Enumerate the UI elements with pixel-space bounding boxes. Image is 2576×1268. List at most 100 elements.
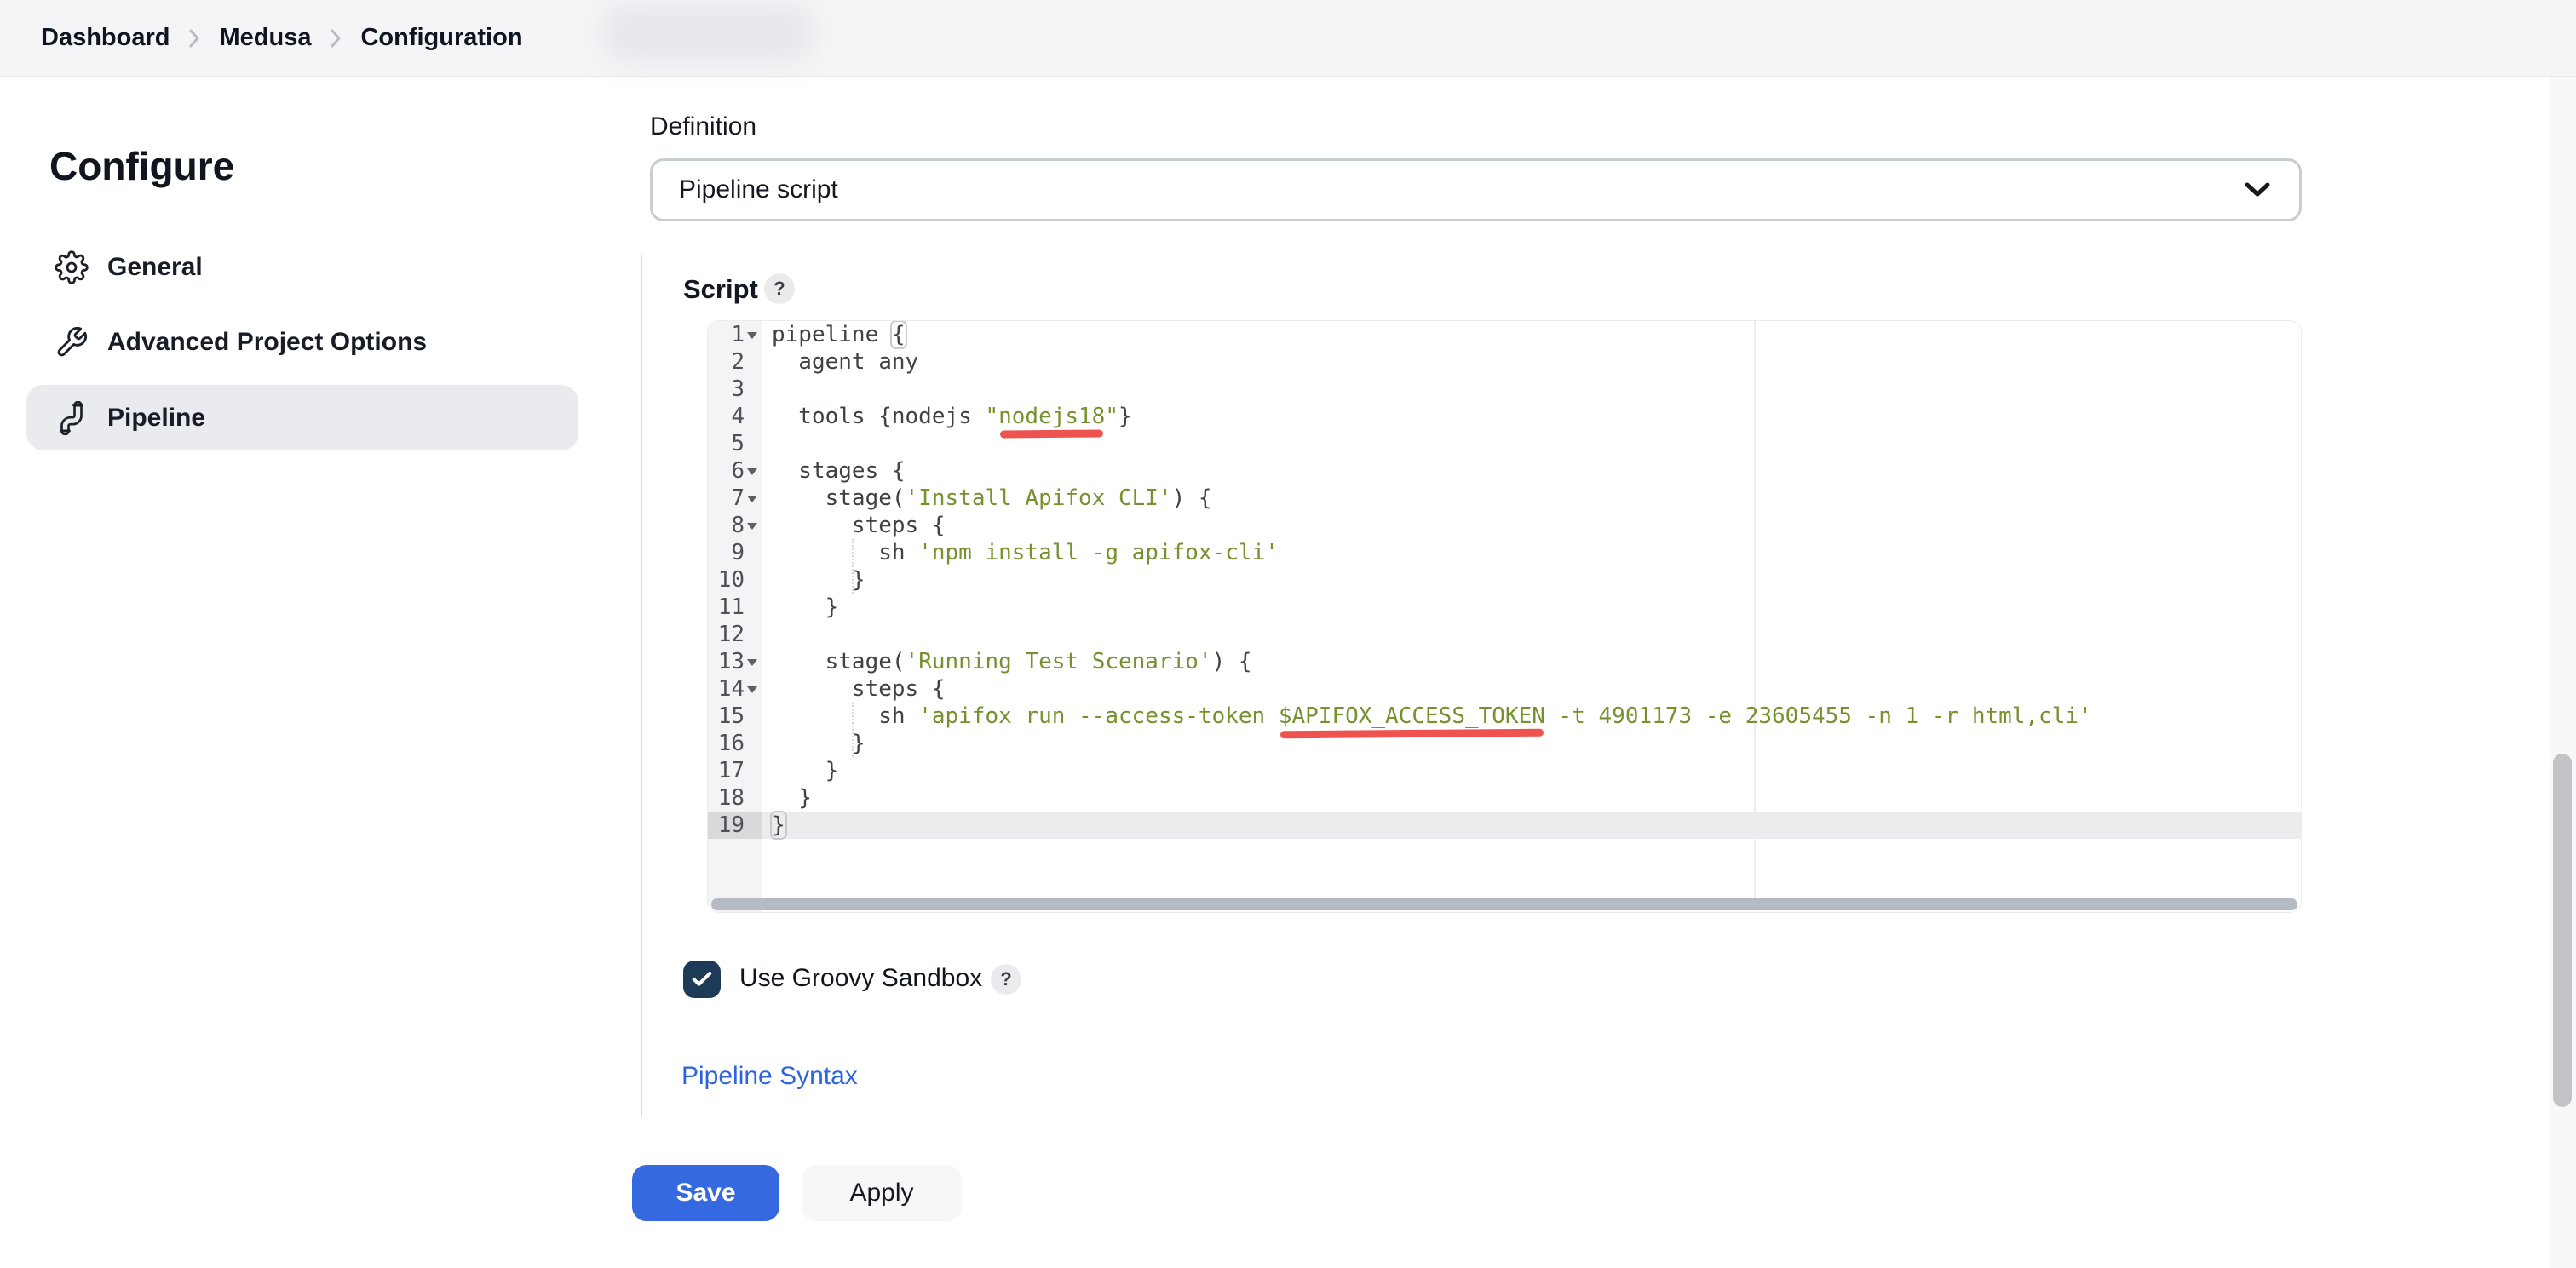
fold-caret-icon[interactable] xyxy=(747,468,757,475)
code-token: } xyxy=(772,594,838,620)
gutter-line-number: 19 xyxy=(708,812,762,839)
code-line[interactable]: 9 sh 'npm install -g apifox-cli' xyxy=(708,539,2301,566)
groovy-sandbox-checkbox[interactable] xyxy=(683,961,721,998)
code-line-text: agent any xyxy=(762,348,2301,376)
gutter-line-number: 13 xyxy=(708,648,762,675)
code-token: } xyxy=(772,758,838,783)
pipeline-icon xyxy=(55,401,89,435)
code-line[interactable]: 3 xyxy=(708,376,2301,403)
code-token: } xyxy=(772,785,812,811)
breadcrumb-chevron-icon xyxy=(186,26,203,51)
code-line-text: stage('Running Test Scenario') { xyxy=(762,648,2301,675)
code-line-text: } xyxy=(762,566,2301,594)
code-line[interactable]: 14 steps { xyxy=(708,675,2301,703)
code-line-text: steps { xyxy=(762,512,2301,539)
gear-icon xyxy=(55,250,89,284)
code-line[interactable]: 12 xyxy=(708,621,2301,648)
definition-label: Definition xyxy=(650,112,756,141)
gutter-line-number: 3 xyxy=(708,376,762,403)
section-divider xyxy=(641,255,642,1116)
code-line-text: pipeline { xyxy=(762,321,2301,348)
sidebar-item-label: General xyxy=(107,253,203,282)
gutter-line-number: 14 xyxy=(708,675,762,703)
code-line[interactable]: 1pipeline { xyxy=(708,321,2301,348)
gutter-line-number: 7 xyxy=(708,485,762,512)
fold-caret-icon[interactable] xyxy=(747,496,757,502)
string-token: 'npm install -g apifox-cli' xyxy=(918,540,1279,565)
script-label: Script xyxy=(683,274,758,305)
sidebar-item-pipeline[interactable]: Pipeline xyxy=(26,385,578,450)
sidebar-item-label: Advanced Project Options xyxy=(107,328,427,357)
breadcrumb-item[interactable]: Medusa xyxy=(219,24,311,52)
code-line-text: stage('Install Apifox CLI') { xyxy=(762,485,2301,512)
definition-select[interactable]: Pipeline script xyxy=(650,158,2302,221)
code-line[interactable]: 10 } xyxy=(708,566,2301,594)
indent-guide xyxy=(852,703,854,757)
breadcrumb-item[interactable]: Dashboard xyxy=(41,24,170,52)
code-line[interactable]: 8 steps { xyxy=(708,512,2301,539)
breadcrumb: Dashboard Medusa Configuration xyxy=(41,0,523,76)
page-scrollbar-thumb[interactable] xyxy=(2553,754,2572,1107)
code-line-text xyxy=(762,430,2301,457)
code-line-text: } xyxy=(762,812,2301,839)
script-help-button[interactable]: ? xyxy=(764,273,795,304)
code-line-text: steps { xyxy=(762,675,2301,703)
string-token: " xyxy=(985,404,998,429)
sidebar-item-general[interactable]: General xyxy=(26,234,578,300)
top-header: Dashboard Medusa Configuration xyxy=(0,0,2576,77)
fold-caret-icon[interactable] xyxy=(747,686,757,693)
fold-caret-icon[interactable] xyxy=(747,523,757,530)
string-token: 'Install Apifox CLI' xyxy=(906,485,1172,511)
code-line[interactable]: 15 sh 'apifox run --access-token $APIFOX… xyxy=(708,703,2301,730)
code-line-text xyxy=(762,376,2301,403)
gutter-line-number: 9 xyxy=(708,539,762,566)
annotated-token: nodejs18 xyxy=(998,404,1105,429)
fold-caret-icon[interactable] xyxy=(747,332,757,339)
code-token: ) { xyxy=(1212,649,1252,674)
code-line-text: tools {nodejs "nodejs18"} xyxy=(762,403,2301,430)
code-line[interactable]: 13 stage('Running Test Scenario') { xyxy=(708,648,2301,675)
page-scrollbar-track xyxy=(2550,76,2576,1268)
gutter-line-number: 15 xyxy=(708,703,762,730)
definition-selected-value: Pipeline script xyxy=(679,175,838,204)
code-token: stages { xyxy=(772,458,906,484)
code-token: stage( xyxy=(772,649,906,674)
gutter-line-number: 12 xyxy=(708,621,762,648)
fold-caret-icon[interactable] xyxy=(747,659,757,666)
editor-horizontal-scrollbar[interactable] xyxy=(711,898,2297,910)
code-line[interactable]: 17 } xyxy=(708,757,2301,784)
sandbox-help-button[interactable]: ? xyxy=(991,964,1021,995)
code-token: sh xyxy=(772,540,918,565)
code-line[interactable]: 2 agent any xyxy=(708,348,2301,376)
gutter-line-number: 8 xyxy=(708,512,762,539)
pipeline-syntax-link[interactable]: Pipeline Syntax xyxy=(681,1062,858,1091)
code-line-text xyxy=(762,621,2301,648)
breadcrumb-item[interactable]: Configuration xyxy=(360,24,522,52)
code-line-text: sh 'apifox run --access-token $APIFOX_AC… xyxy=(762,703,2301,730)
gutter-line-number: 18 xyxy=(708,784,762,812)
code-line[interactable]: 6 stages { xyxy=(708,457,2301,485)
blurred-header-item xyxy=(601,5,814,61)
indent-guide xyxy=(852,539,854,594)
code-token: steps { xyxy=(772,676,946,702)
annotated-token: $APIFOX_ACCESS_TOKEN xyxy=(1279,703,1545,729)
apply-button[interactable]: Apply xyxy=(802,1165,962,1221)
code-token: agent any xyxy=(772,349,918,375)
code-token: ) { xyxy=(1172,485,1212,511)
gutter-line-number: 11 xyxy=(708,594,762,621)
code-token: steps { xyxy=(772,513,946,538)
string-token: 'Running Test Scenario' xyxy=(906,649,1212,674)
gutter-line-number: 10 xyxy=(708,566,762,594)
string-token: 'apifox run --access-token xyxy=(918,703,1279,729)
code-line[interactable]: 18 } xyxy=(708,784,2301,812)
code-line[interactable]: 7 stage('Install Apifox CLI') { xyxy=(708,485,2301,512)
string-token: -t 4901173 -e 23605455 -n 1 -r html,cli' xyxy=(1545,703,2092,729)
code-line[interactable]: 5 xyxy=(708,430,2301,457)
code-line[interactable]: 19} xyxy=(708,812,2301,839)
script-editor[interactable]: 1pipeline {2 agent any34 tools {nodejs "… xyxy=(707,320,2302,913)
code-line[interactable]: 11 } xyxy=(708,594,2301,621)
gutter-line-number: 6 xyxy=(708,457,762,485)
code-line[interactable]: 4 tools {nodejs "nodejs18"} xyxy=(708,403,2301,430)
save-button[interactable]: Save xyxy=(632,1165,779,1221)
sidebar-item-advanced-project-options[interactable]: Advanced Project Options xyxy=(26,309,578,375)
